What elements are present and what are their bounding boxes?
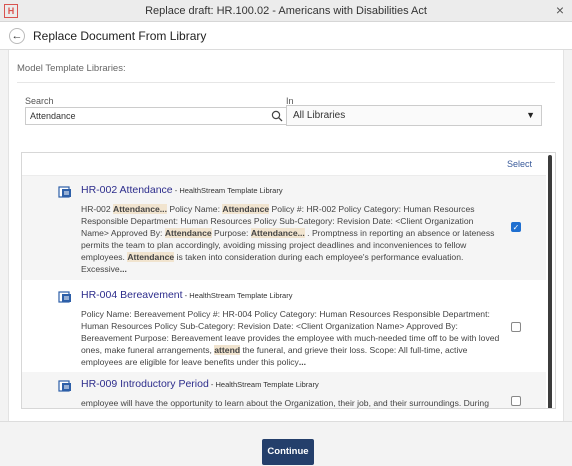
- close-icon[interactable]: ×: [556, 3, 564, 17]
- item-snippet: Policy Name: Bereavement Policy #: HR-00…: [81, 308, 501, 368]
- item-checkbox[interactable]: ✓: [511, 222, 521, 232]
- section-divider: [17, 82, 555, 83]
- document-icon: [58, 380, 71, 392]
- item-checkbox[interactable]: [511, 322, 521, 332]
- list-item[interactable]: HR-009 Introductory Period - HealthStrea…: [22, 372, 546, 408]
- search-hit-highlight: Attendance: [127, 252, 175, 262]
- document-icon: [58, 291, 71, 303]
- page-title: Replace Document From Library: [33, 29, 207, 43]
- search-hit-highlight: Attendance...: [113, 204, 167, 214]
- item-snippet: HR-002 Attendance... Policy Name: Attend…: [81, 203, 501, 275]
- main-panel: Model Template Libraries: Search Attenda…: [8, 50, 564, 421]
- snippet-text: Policy Name:: [166, 204, 223, 214]
- results-scrollbar[interactable]: [548, 155, 553, 408]
- results-list-header: Select: [22, 153, 546, 176]
- search-hit-highlight: attend: [214, 345, 241, 355]
- snippet-text: HR-002: [81, 204, 113, 214]
- results-list: Select HR-002 Attendance - HealthStream …: [21, 152, 556, 409]
- dialog-footer: Continue: [0, 421, 572, 466]
- snippet-text: Purpose:: [211, 228, 251, 238]
- item-library: - HealthStream Template Library: [182, 291, 293, 300]
- item-library: - HealthStream Template Library: [172, 186, 283, 195]
- search-hit-highlight: Attendance: [222, 204, 270, 214]
- window-titlebar: H Replace draft: HR.100.02 - Americans w…: [0, 0, 572, 22]
- back-arrow-icon[interactable]: ←: [9, 28, 25, 44]
- scrollbar-thumb[interactable]: [548, 155, 552, 408]
- document-icon: [58, 186, 71, 198]
- list-item[interactable]: HR-002 Attendance - HealthStream Templat…: [22, 176, 546, 280]
- item-title-link[interactable]: HR-004 Bereavement: [81, 289, 183, 301]
- item-title-link[interactable]: HR-002 Attendance: [81, 184, 173, 196]
- item-snippet: employee will have the opportunity to le…: [81, 397, 501, 408]
- window-title: Replace draft: HR.100.02 - Americans wit…: [145, 5, 427, 17]
- list-item[interactable]: HR-004 Bereavement - HealthStream Templa…: [22, 280, 546, 372]
- search-input-value[interactable]: Attendance: [30, 111, 76, 121]
- snippet-ellipsis: ...: [298, 357, 307, 367]
- search-label: Search: [25, 96, 54, 106]
- search-input[interactable]: Attendance: [25, 107, 288, 125]
- page-header: ← Replace Document From Library: [0, 22, 572, 50]
- chevron-down-icon[interactable]: ▼: [526, 110, 535, 120]
- item-checkbox[interactable]: [511, 396, 521, 406]
- library-filter-value[interactable]: All Libraries: [293, 110, 345, 121]
- item-library: - HealthStream Template Library: [208, 380, 319, 389]
- snippet-ellipsis: ...: [119, 264, 127, 274]
- search-icon[interactable]: [271, 110, 283, 122]
- section-label: Model Template Libraries:: [17, 63, 126, 74]
- continue-button[interactable]: Continue: [262, 439, 314, 465]
- search-hit-highlight: Attendance...: [250, 228, 305, 238]
- library-filter-select[interactable]: All Libraries ▼: [286, 105, 542, 126]
- search-hit-highlight: Attendance: [164, 228, 212, 238]
- select-column-header[interactable]: Select: [507, 159, 532, 169]
- snippet-text: employee will have the opportunity to le…: [81, 398, 489, 408]
- item-title-link[interactable]: HR-009 Introductory Period: [81, 378, 209, 390]
